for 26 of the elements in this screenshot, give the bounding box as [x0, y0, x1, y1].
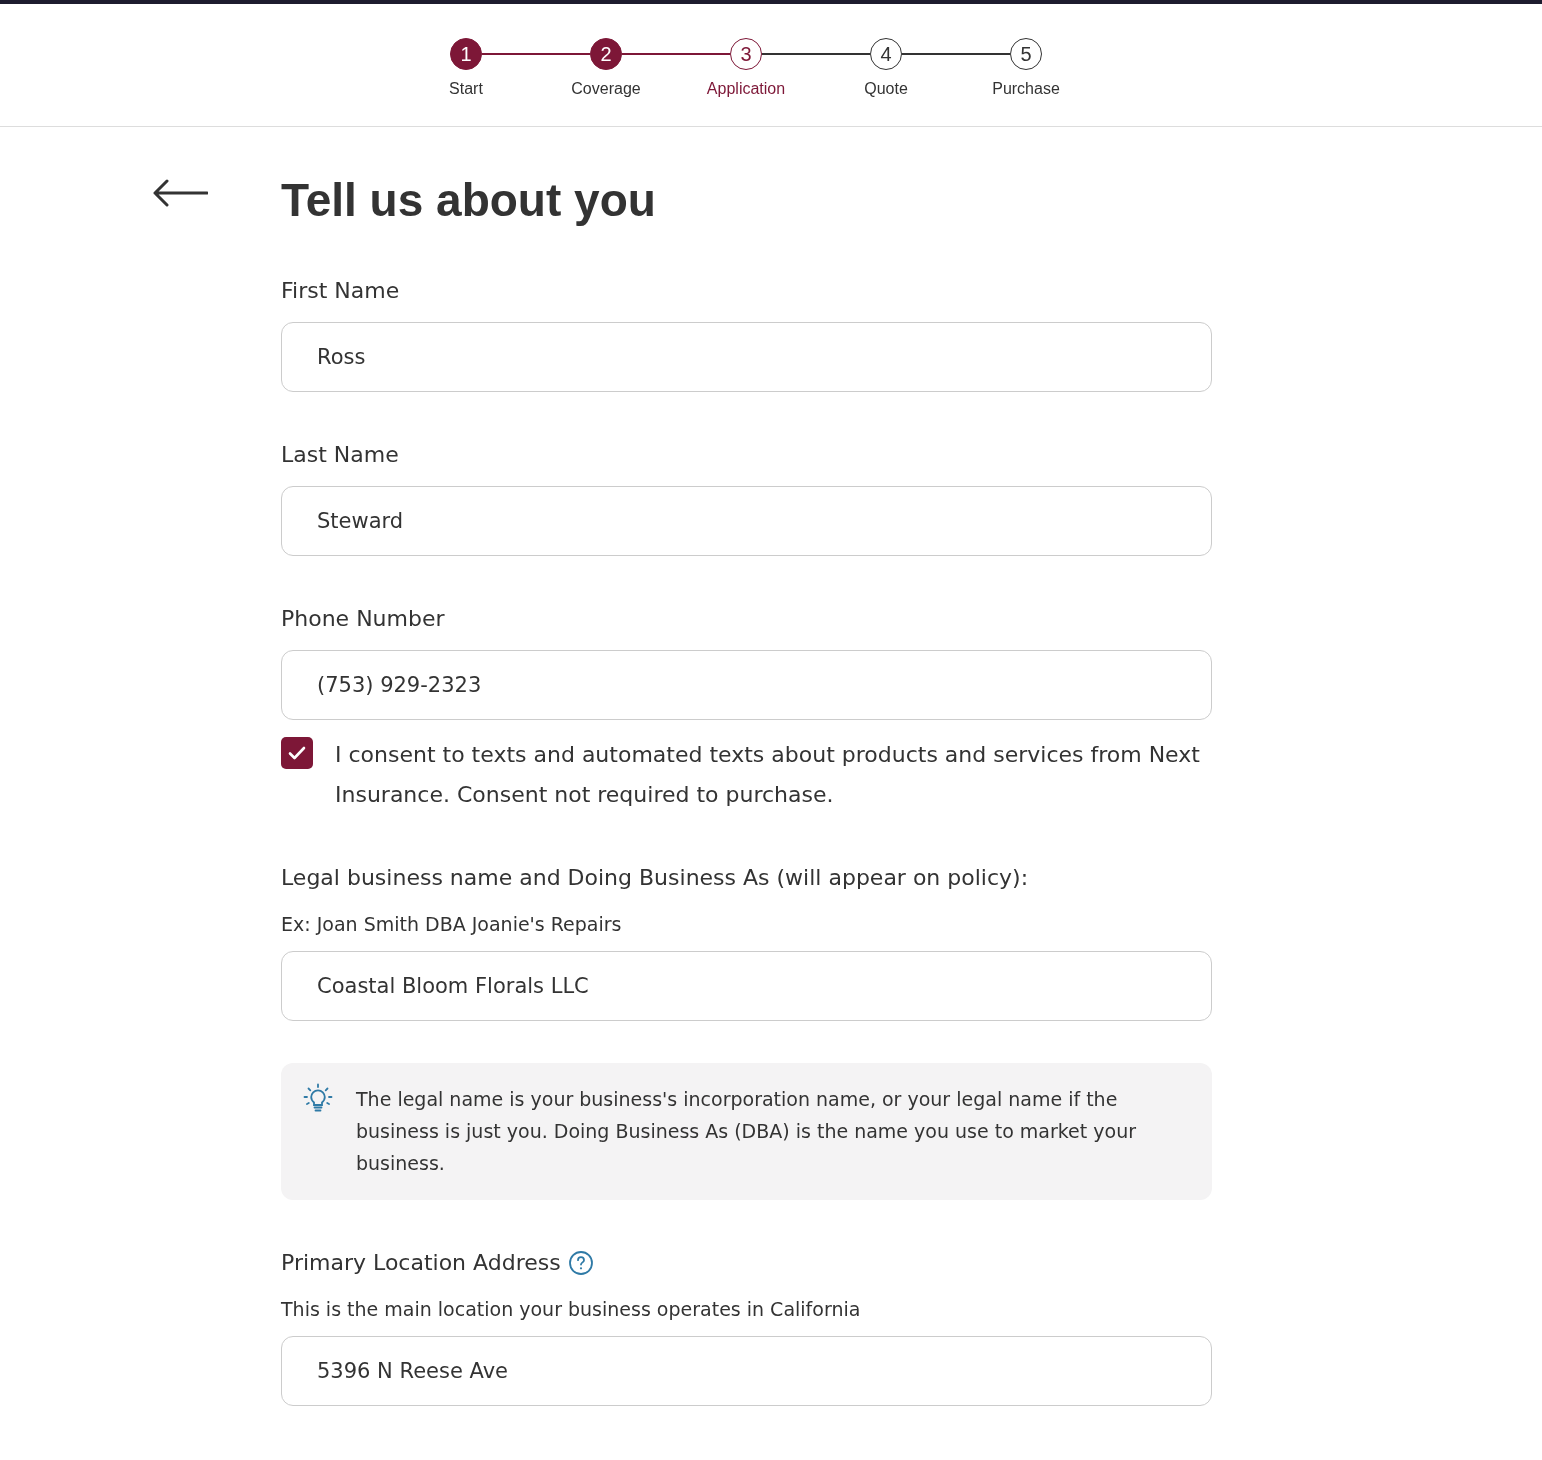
- field-label: Primary Location Address: [281, 1249, 561, 1277]
- text-field[interactable]: Coastal Bloom Florals LLC: [281, 951, 1212, 1021]
- lightbulb-icon: [303, 1083, 333, 1113]
- consent-text: I consent to texts and automated texts about products and services from Next Insurance. Consent not required to purchase.: [335, 741, 1201, 809]
- step-label: Purchase: [992, 79, 1060, 99]
- arrow-left-icon: [152, 178, 208, 208]
- field-hint: This is the main location your business operates in California: [281, 1297, 862, 1322]
- back-button[interactable]: [152, 178, 208, 208]
- page-title: Tell us about you: [281, 173, 657, 228]
- field-label: Last Name: [281, 441, 399, 469]
- step-label: Quote: [864, 79, 908, 99]
- checkbox[interactable]: [281, 737, 313, 769]
- text-field[interactable]: 5396 N Reese Ave: [281, 1336, 1212, 1406]
- field-label: First Name: [281, 277, 400, 305]
- text-field[interactable]: Ross: [281, 322, 1212, 392]
- step-label: Application: [706, 79, 786, 99]
- field-label: Phone Number: [281, 605, 445, 633]
- text-field[interactable]: Steward: [281, 486, 1212, 556]
- step-label: Coverage: [571, 79, 641, 99]
- field-hint: Ex: Joan Smith DBA Joanie's Repairs: [281, 912, 623, 937]
- tip-text: The legal name is your business's incorporation name, or your legal name if the business is just you. Doing Business As (DBA) is the name you use to market your business.: [356, 1087, 1137, 1176]
- text-field[interactable]: (753) 929-2323: [281, 650, 1212, 720]
- check-icon: [288, 746, 306, 760]
- field-label: Legal business name and Doing Business As (will appear on policy):: [281, 864, 1029, 892]
- help-icon[interactable]: [568, 1251, 593, 1275]
- step-label: Start: [449, 79, 483, 99]
